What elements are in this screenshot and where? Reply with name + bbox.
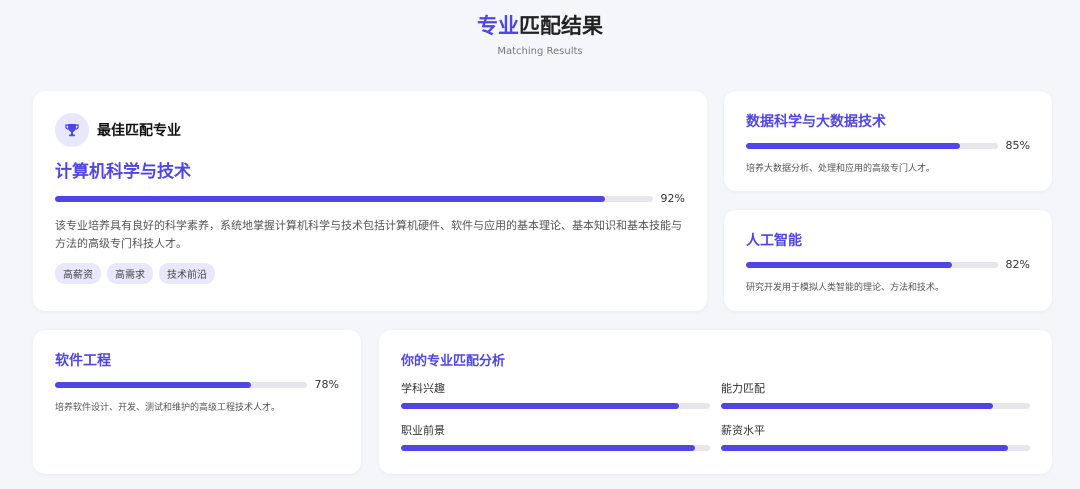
tag-high-salary: 高薪资 [55,263,101,284]
tag-tech-frontier: 技术前沿 [159,263,215,284]
progress-fill [401,445,695,451]
best-match-card[interactable]: 最佳匹配专业 计算机科学与技术 92% 该专业培养具有良好的科学素养，系统地掌握… [33,91,707,311]
tag-list: 高薪资 高需求 技术前沿 [55,263,685,284]
major-name: 软件工程 [55,353,111,369]
match-bar: 82% [746,258,1030,271]
major-card-data-science[interactable]: 数据科学与大数据技术 85% 培养大数据分析、处理和应用的高级专门人才。 [724,91,1052,191]
progress-fill [746,142,960,149]
progress-fill [55,381,252,388]
metric-label: 薪资水平 [721,424,765,437]
progress-track [401,403,710,409]
metric-career-prospect: 职业前景 [401,422,710,451]
progress-track [746,142,998,149]
progress-fill [55,195,605,202]
progress-fill [721,445,1009,451]
match-analysis-card: 你的专业匹配分析 学科兴趣 能力匹配 职业前景 薪资水平 [379,330,1052,474]
progress-track [55,381,307,388]
metric-label: 学科兴趣 [401,382,445,395]
major-name: 数据科学与大数据技术 [746,114,886,130]
major-card-software-engineering[interactable]: 软件工程 78% 培养软件设计、开发、测试和维护的高级工程技术人才。 [33,330,361,474]
best-match-bar: 92% [55,192,685,205]
metric-ability-match: 能力匹配 [721,380,1030,409]
progress-fill [401,403,680,409]
match-percent: 78% [314,378,339,391]
match-percent: 92% [660,192,685,205]
major-description: 培养大数据分析、处理和应用的高级专门人才。 [746,164,936,174]
major-description: 研究开发用于模拟人类智能的理论、方法和技术。 [746,283,945,293]
trophy-icon [55,113,89,147]
progress-fill [721,403,993,409]
metric-label: 职业前景 [401,424,445,437]
progress-track [746,261,998,268]
major-description: 培养软件设计、开发、测试和维护的高级工程技术人才。 [55,403,281,413]
tag-high-demand: 高需求 [107,263,153,284]
analysis-title: 你的专业匹配分析 [401,354,506,369]
best-match-label: 最佳匹配专业 [97,123,181,139]
progress-track [55,195,653,202]
match-percent: 85% [1005,139,1030,152]
match-bar: 85% [746,139,1030,152]
best-match-header: 最佳匹配专业 [55,113,685,147]
major-name: 人工智能 [746,233,802,249]
progress-track [721,403,1030,409]
progress-track [721,445,1030,451]
page-title-rest: 匹配结果 [519,14,603,38]
page-title-highlight: 专业 [477,14,519,38]
analysis-metrics: 学科兴趣 能力匹配 职业前景 薪资水平 [401,380,1030,451]
metric-label: 能力匹配 [721,382,765,395]
page-header: 专业匹配结果 Matching Results [0,10,1080,57]
best-major-name: 计算机科学与技术 [55,162,191,182]
page-subtitle: Matching Results [497,46,583,57]
match-bar: 78% [55,378,339,391]
progress-fill [746,261,953,268]
page-title: 专业匹配结果 [0,10,1080,40]
metric-subject-interest: 学科兴趣 [401,380,710,409]
progress-track [401,445,710,451]
major-card-ai[interactable]: 人工智能 82% 研究开发用于模拟人类智能的理论、方法和技术。 [724,210,1052,311]
best-major-description: 该专业培养具有良好的科学素养，系统地掌握计算机科学与技术包括计算机硬件、软件与应… [55,219,682,250]
metric-salary-level: 薪资水平 [721,422,1030,451]
match-percent: 82% [1005,258,1030,271]
